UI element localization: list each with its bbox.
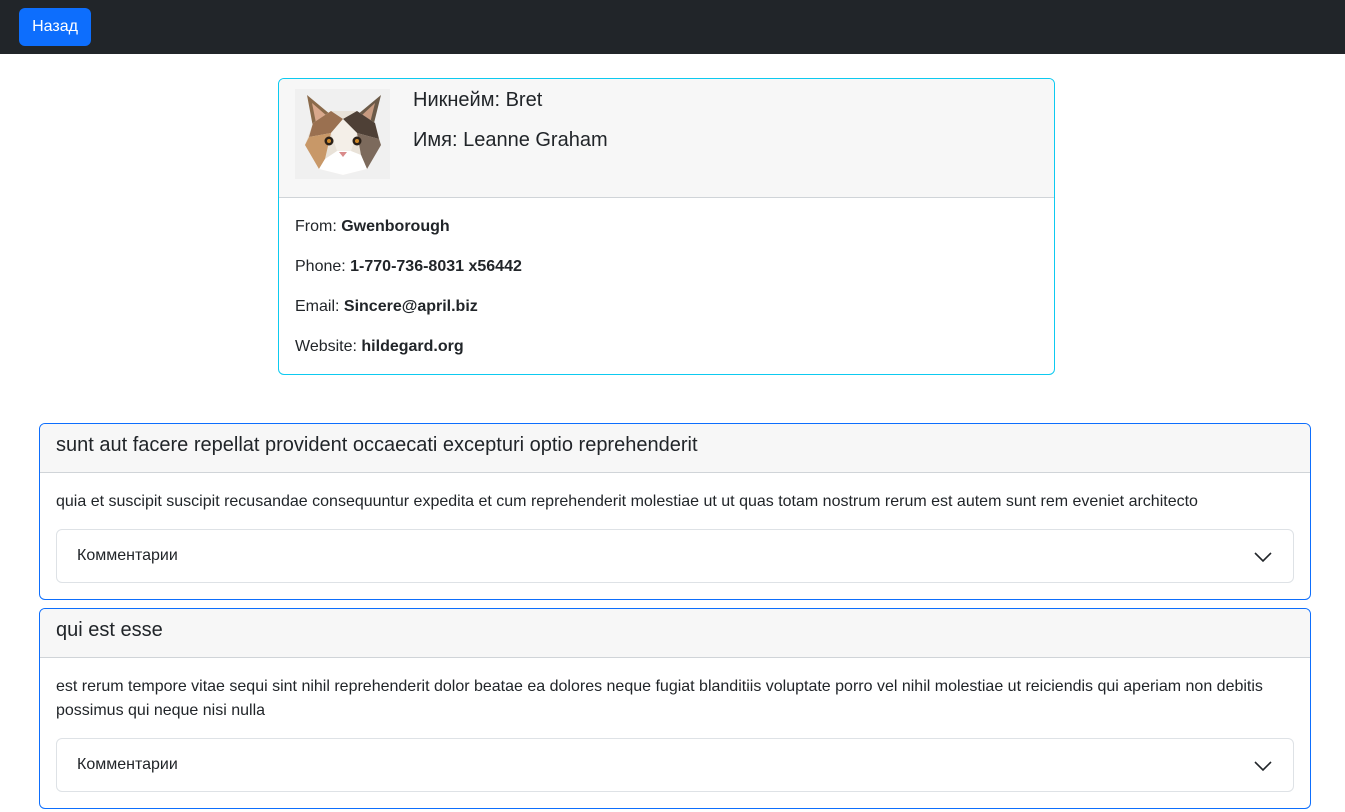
user-profile-card: Никнейм: Bret Имя: Leanne Graham From: G… xyxy=(278,78,1055,375)
email-label: Email: xyxy=(295,298,344,315)
name-value: Leanne Graham xyxy=(463,129,608,151)
website-line: Website: hildegard.org xyxy=(295,337,464,357)
phone-label: Phone: xyxy=(295,258,351,275)
phone-value: 1-770-736-8031 x56442 xyxy=(350,258,522,275)
phone-line: Phone: 1-770-736-8031 x56442 xyxy=(295,257,522,277)
chevron-down-icon xyxy=(1254,761,1272,772)
comments-label: Комментарии xyxy=(77,547,178,564)
email-value: Sincere@april.biz xyxy=(343,298,478,315)
comments-accordion-button[interactable]: Комментарии xyxy=(56,529,1294,583)
from-label: From: xyxy=(295,218,342,235)
comments-accordion-button[interactable]: Комментарии xyxy=(56,738,1294,792)
post-body: quia et suscipit suscipit recusandae con… xyxy=(56,493,1198,510)
nickname-value: Bret xyxy=(505,89,543,111)
from-line: From: Gwenborough xyxy=(295,217,450,237)
post-body: est rerum tempore vitae sequi sint nihil… xyxy=(56,678,1263,719)
nickname-label: Никнейм: xyxy=(413,89,506,111)
nickname-line: Никнейм: Bret xyxy=(413,88,542,112)
post-card: qui est esse est rerum tempore vitae seq… xyxy=(39,608,1311,809)
user-card-header: Никнейм: Bret Имя: Leanne Graham xyxy=(279,79,1054,198)
post-title: sunt aut facere repellat provident occae… xyxy=(56,434,698,456)
top-navbar: Назад xyxy=(0,0,1345,54)
email-line: Email: Sincere@april.biz xyxy=(295,297,478,317)
back-button[interactable]: Назад xyxy=(19,8,91,46)
website-label: Website: xyxy=(295,338,362,355)
name-label: Имя: xyxy=(413,129,464,151)
website-value: hildegard.org xyxy=(361,338,464,355)
post-header: sunt aut facere repellat provident occae… xyxy=(40,424,1310,473)
post-card: sunt aut facere repellat provident occae… xyxy=(39,423,1311,600)
post-header: qui est esse xyxy=(40,609,1310,658)
cat-avatar-icon xyxy=(295,89,390,179)
comments-label: Комментарии xyxy=(77,756,178,773)
post-title: qui est esse xyxy=(56,619,163,641)
name-line: Имя: Leanne Graham xyxy=(413,128,608,152)
chevron-down-icon xyxy=(1254,552,1272,563)
from-value: Gwenborough xyxy=(341,218,450,235)
